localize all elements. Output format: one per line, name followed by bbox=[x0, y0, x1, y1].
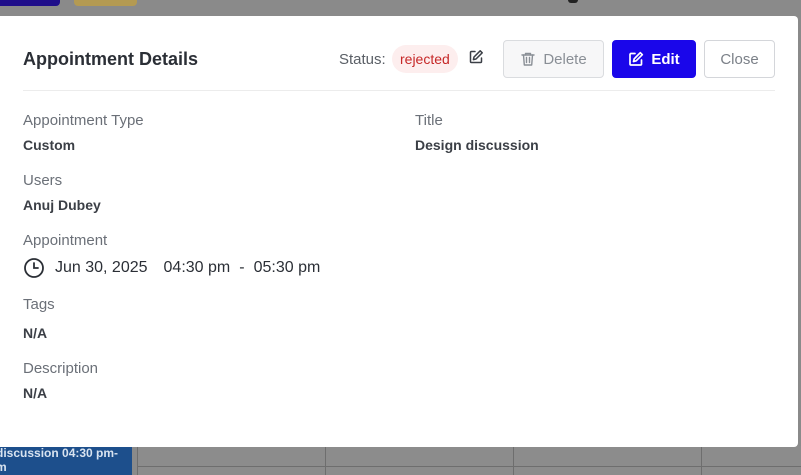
trash-icon bbox=[521, 52, 536, 66]
delete-button[interactable]: Delete bbox=[503, 40, 604, 78]
background-text-fragment bbox=[568, 0, 578, 3]
users-value: Anuj Dubey bbox=[23, 197, 101, 213]
modal-title: Appointment Details bbox=[23, 49, 199, 69]
calendar-column-divider bbox=[137, 446, 138, 475]
tags-value: N/A bbox=[23, 325, 48, 341]
time-separator: - bbox=[239, 259, 245, 276]
close-button-label: Close bbox=[720, 50, 759, 68]
background-button-secondary bbox=[74, 0, 137, 6]
calendar-event-text: discussion 04:30 pm- bbox=[0, 446, 119, 460]
title-value: Design discussion bbox=[415, 137, 539, 153]
edit-button-label: Edit bbox=[651, 50, 680, 68]
appointment-details-modal: Appointment Details Status: rejected Del… bbox=[0, 16, 798, 447]
calendar-event-text: m bbox=[0, 460, 7, 474]
appointment-type-label: Appointment Type bbox=[23, 112, 144, 129]
appointment-end-time: 05:30 pm bbox=[253, 259, 321, 276]
clock-icon bbox=[24, 258, 44, 278]
close-button[interactable]: Close bbox=[704, 40, 775, 78]
pencil-square-icon bbox=[629, 51, 644, 66]
description-value: N/A bbox=[23, 385, 48, 401]
status-label: Status: bbox=[339, 51, 386, 68]
edit-icon[interactable] bbox=[468, 49, 484, 65]
calendar-event: discussion 04:30 pm- m bbox=[0, 446, 132, 475]
appointment-date: Jun 30, 2025 bbox=[55, 259, 148, 276]
status-badge: rejected bbox=[392, 45, 458, 73]
calendar-row-divider bbox=[137, 466, 801, 467]
title-label: Title bbox=[415, 112, 443, 129]
description-label: Description bbox=[23, 360, 99, 377]
calendar-column-divider bbox=[701, 446, 702, 475]
appointment-start-time: 04:30 pm bbox=[163, 259, 231, 276]
tags-label: Tags bbox=[23, 296, 55, 313]
appointment-label: Appointment bbox=[23, 232, 108, 249]
delete-button-label: Delete bbox=[543, 50, 587, 68]
calendar-column-divider bbox=[513, 446, 514, 475]
edit-button[interactable]: Edit bbox=[612, 40, 696, 78]
users-label: Users bbox=[23, 172, 63, 189]
appointment-type-value: Custom bbox=[23, 137, 76, 153]
background-button-primary bbox=[0, 0, 60, 6]
calendar-column-divider bbox=[325, 446, 326, 475]
appointment-time-row: Jun 30, 2025 04:30 pm - 05:30 pm bbox=[23, 257, 320, 279]
modal-header: Appointment Details Status: rejected Del… bbox=[23, 16, 775, 91]
